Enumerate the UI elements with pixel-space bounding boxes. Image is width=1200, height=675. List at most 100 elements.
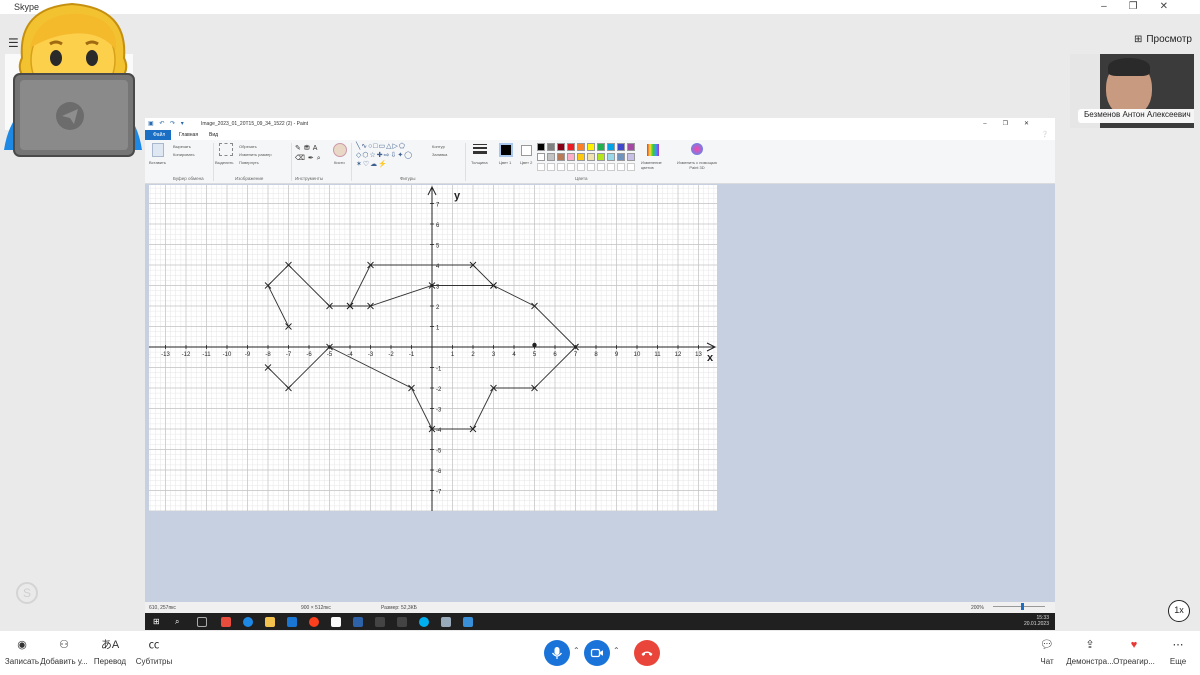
search-icon[interactable]: ⌕: [175, 617, 185, 627]
explorer-icon[interactable]: [265, 617, 275, 627]
cursor-position: 610, 257пкс: [149, 605, 176, 611]
palette-color-swatch[interactable]: [627, 143, 635, 151]
palette-color-swatch[interactable]: [537, 153, 545, 161]
camera-button[interactable]: [584, 640, 610, 666]
palette-color-swatch[interactable]: [547, 153, 555, 161]
start-icon[interactable]: ⊞: [153, 617, 163, 627]
playback-speed-badge[interactable]: 1x: [1168, 600, 1190, 622]
palette-color-swatch[interactable]: [607, 153, 615, 161]
palette-color-swatch[interactable]: [567, 153, 575, 161]
palette-color-swatch[interactable]: [577, 153, 585, 161]
palette-color-swatch[interactable]: [607, 143, 615, 151]
palette-color-swatch[interactable]: [587, 143, 595, 151]
palette-empty-swatch[interactable]: [537, 163, 545, 171]
edit-colors-icon[interactable]: [647, 144, 659, 156]
paint3d-button[interactable]: Изменить с помощью Paint 3D: [673, 160, 721, 170]
palette-empty-swatch[interactable]: [617, 163, 625, 171]
yandex-icon[interactable]: [309, 617, 319, 627]
edge-icon[interactable]: [243, 617, 253, 627]
palette-color-swatch[interactable]: [557, 153, 565, 161]
tab-view[interactable]: Вид: [209, 132, 218, 138]
window-controls[interactable]: –❐✕: [1101, 1, 1190, 12]
palette-color-swatch[interactable]: [567, 143, 575, 151]
more-button[interactable]: ⋯ Еще: [1150, 637, 1200, 666]
paint-icon[interactable]: [441, 617, 451, 627]
fill-button[interactable]: Заливка: [432, 152, 447, 157]
mic-options-chevron-icon[interactable]: ⌃: [573, 646, 580, 655]
paint-canvas[interactable]: -14-13-12-11-10-9-8-7-6-5-4-3-2-11234567…: [145, 185, 717, 512]
palette-empty-swatch[interactable]: [597, 163, 605, 171]
select-icon[interactable]: [219, 143, 233, 156]
size-icon[interactable]: [473, 144, 487, 154]
palette-color-swatch[interactable]: [597, 153, 605, 161]
palette-color-swatch[interactable]: [627, 153, 635, 161]
select-button[interactable]: Выделить: [215, 160, 233, 165]
edit-colors-button[interactable]: Изменение цветов: [641, 160, 669, 170]
help-icon[interactable]: ❔: [1041, 131, 1048, 138]
x-tick-label: -8: [265, 352, 271, 358]
skype-titlebar: Skype –❐✕: [0, 0, 1200, 14]
taskbar-app-icon[interactable]: [397, 617, 407, 627]
palette-color-swatch[interactable]: [537, 143, 545, 151]
palette-color-swatch[interactable]: [587, 153, 595, 161]
taskbar-app-icon[interactable]: [463, 617, 473, 627]
grid-icon: ⊞: [1133, 34, 1143, 45]
tab-home[interactable]: Главная: [179, 132, 198, 138]
tools-icons[interactable]: ✎⛃A ⌫✒⌕: [295, 144, 324, 164]
mic-button[interactable]: [544, 640, 570, 666]
x-tick-label: -12: [182, 352, 191, 358]
palette-color-swatch[interactable]: [577, 143, 585, 151]
palette-empty-swatch[interactable]: [557, 163, 565, 171]
subtitles-button[interactable]: ㏄ Субтитры: [126, 637, 182, 666]
paste-icon[interactable]: [152, 143, 164, 157]
taskbar-app-icon[interactable]: [221, 617, 231, 627]
skype-icon[interactable]: [419, 617, 429, 627]
x-tick-label: 12: [675, 352, 682, 358]
color1-swatch[interactable]: [499, 143, 513, 157]
palette-color-swatch[interactable]: [557, 143, 565, 151]
preview-button[interactable]: ⊞ Просмотр: [1130, 34, 1192, 45]
paint3d-icon[interactable]: [691, 143, 703, 155]
cut-button[interactable]: Вырезать: [173, 144, 191, 149]
palette-empty-swatch[interactable]: [547, 163, 555, 171]
palette-color-swatch[interactable]: [617, 153, 625, 161]
hangup-button[interactable]: [634, 640, 660, 666]
tab-file[interactable]: Файл: [145, 130, 171, 140]
paint-window-controls[interactable]: –❐✕: [983, 120, 1045, 127]
outline-button[interactable]: Контур: [432, 144, 445, 149]
taskbar-app-icon[interactable]: [353, 617, 363, 627]
crop-button[interactable]: Обрезать: [239, 144, 257, 149]
y-tick-label: -6: [436, 469, 442, 475]
quick-access-icons[interactable]: ▣ ↶ ↷ ▾: [148, 120, 186, 127]
paste-button[interactable]: Вставить: [149, 160, 166, 165]
palette-color-swatch[interactable]: [597, 143, 605, 151]
palette-empty-swatch[interactable]: [577, 163, 585, 171]
size-button[interactable]: Толщина: [471, 160, 488, 165]
x-tick-label: -6: [306, 352, 312, 358]
remote-video-tile[interactable]: Безменов Антон Алексеевич: [1070, 54, 1194, 128]
y-tick-label: -5: [436, 449, 442, 455]
palette-empty-swatch[interactable]: [627, 163, 635, 171]
taskbar-app-icon[interactable]: [375, 617, 385, 627]
palette-empty-swatch[interactable]: [567, 163, 575, 171]
resize-button[interactable]: Изменить размер: [239, 152, 272, 157]
copy-button[interactable]: Копировать: [173, 152, 195, 157]
document-icon[interactable]: [331, 617, 341, 627]
task-view-icon[interactable]: [197, 617, 207, 627]
shapes-gallery[interactable]: ╲∿○□▭△▷⬠ ◇⬡☆✚⇨⇩✦◯ ✶♡☁⚡: [356, 142, 413, 169]
palette-empty-swatch[interactable]: [587, 163, 595, 171]
brushes-button[interactable]: Кисти: [334, 160, 345, 165]
color2-swatch[interactable]: [521, 145, 532, 156]
paint-status-bar: 610, 257пкс 900 × 512пкс Размер: 52,3КБ …: [145, 602, 1055, 613]
x-tick-label: -7: [286, 352, 292, 358]
zoom-slider[interactable]: [993, 603, 1045, 610]
palette-color-swatch[interactable]: [547, 143, 555, 151]
brush-icon[interactable]: [333, 143, 347, 157]
rotate-button[interactable]: Повернуть: [239, 160, 259, 165]
palette-color-swatch[interactable]: [617, 143, 625, 151]
camera-options-chevron-icon[interactable]: ⌃: [613, 646, 620, 655]
taskbar-app-icon[interactable]: [287, 617, 297, 627]
paint-title: Image_2023_01_20T15_09_34_1522 (2) - Pai…: [201, 121, 309, 127]
palette-empty-swatch[interactable]: [607, 163, 615, 171]
video-camera-icon: [590, 648, 603, 658]
